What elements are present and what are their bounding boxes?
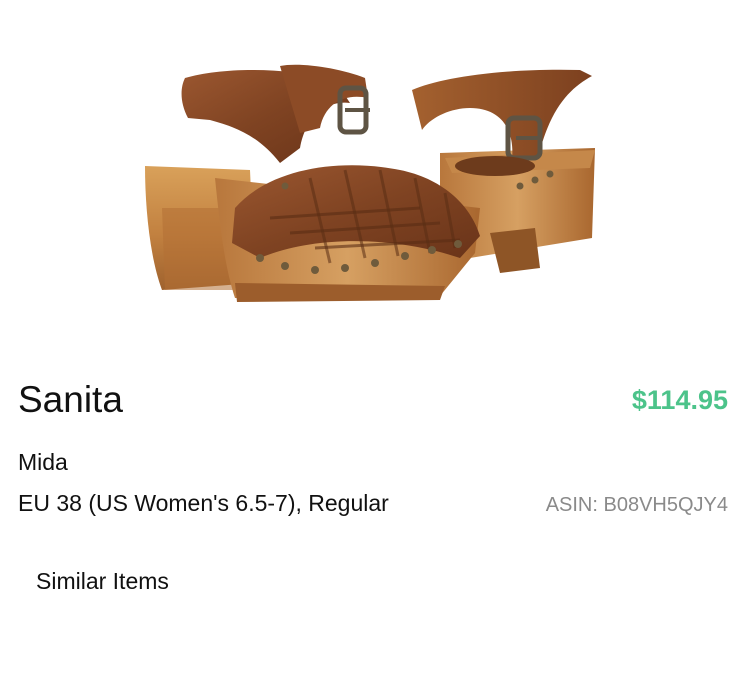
product-model: Mida (18, 449, 68, 475)
sandal-illustration (145, 64, 595, 302)
product-image (140, 58, 600, 308)
product-price: $114.95 (631, 385, 728, 415)
product-size: EU 38 (US Women's 6.5-7), Regular (18, 490, 389, 516)
similar-items-link[interactable]: Similar Items (36, 566, 169, 596)
product-asin: ASIN: B08VH5QJY4 (545, 494, 728, 516)
brand-name: Sanita (18, 379, 123, 420)
